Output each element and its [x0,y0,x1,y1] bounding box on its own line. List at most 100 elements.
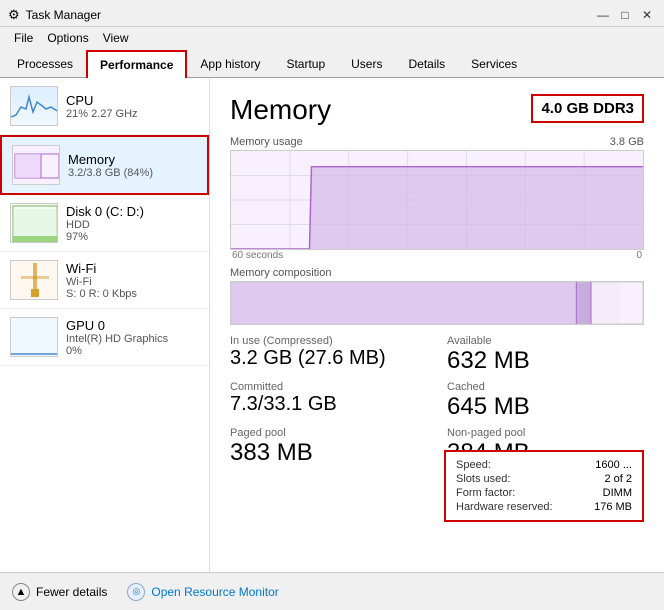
comp-label: Memory composition [230,267,331,279]
sidebar-item-wifi[interactable]: Wi-Fi Wi-Fi S: 0 R: 0 Kbps [0,252,209,309]
stat-in-use-label: In use (Compressed) [230,335,427,347]
time-right: 0 [636,250,642,261]
chart-label-row: Memory usage 3.8 GB [230,136,644,148]
memory-composition-section: Memory composition [230,267,644,325]
stat-cached: Cached 645 MB [447,381,644,421]
gpu-detail1: Intel(R) HD Graphics [66,333,199,345]
memory-name: Memory [68,152,197,167]
open-resource-monitor-button[interactable]: ◎ Open Resource Monitor [127,583,278,601]
gpu-info: GPU 0 Intel(R) HD Graphics 0% [66,318,199,357]
comp-label-row: Memory composition [230,267,644,279]
memory-detail: 3.2/3.8 GB (84%) [68,167,197,179]
wifi-icon [10,260,58,300]
stat-available-label: Available [447,335,644,347]
wifi-detail2: S: 0 R: 0 Kbps [66,288,199,300]
wifi-detail1: Wi-Fi [66,276,199,288]
fewer-details-label: Fewer details [36,585,107,599]
memory-usage-chart [230,150,644,250]
title-bar: ⚙ Task Manager — □ ✕ [0,0,664,27]
speed-value: 1600 ... [595,459,632,471]
memory-info-box: Speed: 1600 ... Slots used: 2 of 2 Form … [444,450,644,522]
disk-icon [10,203,58,243]
sidebar-item-gpu[interactable]: GPU 0 Intel(R) HD Graphics 0% [0,309,209,366]
speed-label: Speed: [456,459,491,471]
memory-usage-section: Memory usage 3.8 GB [230,136,644,261]
tab-performance[interactable]: Performance [86,50,187,78]
window-title: Task Manager [26,8,101,22]
stat-committed-label: Committed [230,381,427,393]
disk-name: Disk 0 (C: D:) [66,204,199,219]
tab-bar: Processes Performance App history Startu… [0,49,664,78]
sidebar: CPU 21% 2.27 GHz Memory 3.2/3.8 GB (84%) [0,78,210,572]
memory-composition-chart [230,281,644,325]
info-row-reserved: Hardware reserved: 176 MB [456,500,632,514]
app-icon: ⚙ [8,7,20,23]
tab-services[interactable]: Services [458,50,530,78]
wifi-info: Wi-Fi Wi-Fi S: 0 R: 0 Kbps [66,261,199,300]
stat-paged: Paged pool 383 MB [230,427,427,467]
stat-cached-value: 645 MB [447,393,644,421]
detail-title: Memory [230,94,331,126]
cpu-info: CPU 21% 2.27 GHz [66,93,199,120]
stat-nonpaged-label: Non-paged pool [447,427,644,439]
detail-panel: Memory 4.0 GB DDR3 Memory usage 3.8 GB [210,78,664,572]
memory-info: Memory 3.2/3.8 GB (84%) [68,152,197,179]
sidebar-item-memory[interactable]: Memory 3.2/3.8 GB (84%) [0,135,209,195]
reserved-label: Hardware reserved: [456,501,553,513]
title-bar-left: ⚙ Task Manager [8,7,101,23]
memory-type-badge: 4.0 GB DDR3 [531,94,644,123]
close-button[interactable]: ✕ [638,6,656,24]
disk-info: Disk 0 (C: D:) HDD 97% [66,204,199,243]
maximize-button[interactable]: □ [616,6,634,24]
menu-view[interactable]: View [97,29,135,47]
fewer-details-button[interactable]: ▲ Fewer details [12,583,107,601]
stat-in-use: In use (Compressed) 3.2 GB (27.6 MB) [230,335,427,375]
chart-label-left: Memory usage [230,136,303,148]
chart-time-row: 60 seconds 0 [230,250,644,261]
stat-in-use-value: 3.2 GB (27.6 MB) [230,347,427,370]
stat-available-value: 632 MB [447,347,644,375]
menu-bar: File Options View [0,27,664,49]
stats-grid: In use (Compressed) 3.2 GB (27.6 MB) Ava… [230,335,644,467]
gpu-detail2: 0% [66,345,199,357]
menu-file[interactable]: File [8,29,39,47]
info-row-form: Form factor: DIMM [456,486,632,500]
form-value: DIMM [603,487,632,499]
memory-icon [12,145,60,185]
chart-label-right: 3.8 GB [610,136,644,148]
stat-paged-value: 383 MB [230,439,427,467]
stat-committed-value: 7.3/33.1 GB [230,393,427,416]
cpu-detail: 21% 2.27 GHz [66,108,199,120]
gpu-name: GPU 0 [66,318,199,333]
tab-startup[interactable]: Startup [273,50,338,78]
cpu-name: CPU [66,93,199,108]
minimize-button[interactable]: — [594,6,612,24]
tab-details[interactable]: Details [395,50,458,78]
slots-label: Slots used: [456,473,510,485]
tab-users[interactable]: Users [338,50,395,78]
form-label: Form factor: [456,487,515,499]
stat-paged-label: Paged pool [230,427,427,439]
slots-value: 2 of 2 [604,473,632,485]
cpu-icon [10,86,58,126]
tab-processes[interactable]: Processes [4,50,86,78]
reserved-value: 176 MB [594,501,632,513]
info-row-speed: Speed: 1600 ... [456,458,632,472]
time-left: 60 seconds [232,250,283,261]
fewer-details-icon: ▲ [12,583,30,601]
stat-cached-label: Cached [447,381,644,393]
info-row-slots: Slots used: 2 of 2 [456,472,632,486]
sidebar-item-disk[interactable]: Disk 0 (C: D:) HDD 97% [0,195,209,252]
title-bar-controls: — □ ✕ [594,6,656,24]
bottom-bar: ▲ Fewer details ◎ Open Resource Monitor [0,572,664,610]
tab-app-history[interactable]: App history [187,50,273,78]
resource-monitor-icon: ◎ [127,583,145,601]
open-resource-monitor-label: Open Resource Monitor [151,585,278,599]
detail-header: Memory 4.0 GB DDR3 [230,94,644,126]
menu-options[interactable]: Options [41,29,94,47]
wifi-name: Wi-Fi [66,261,199,276]
sidebar-item-cpu[interactable]: CPU 21% 2.27 GHz [0,78,209,135]
disk-detail2: 97% [66,231,199,243]
disk-detail1: HDD [66,219,199,231]
gpu-icon [10,317,58,357]
